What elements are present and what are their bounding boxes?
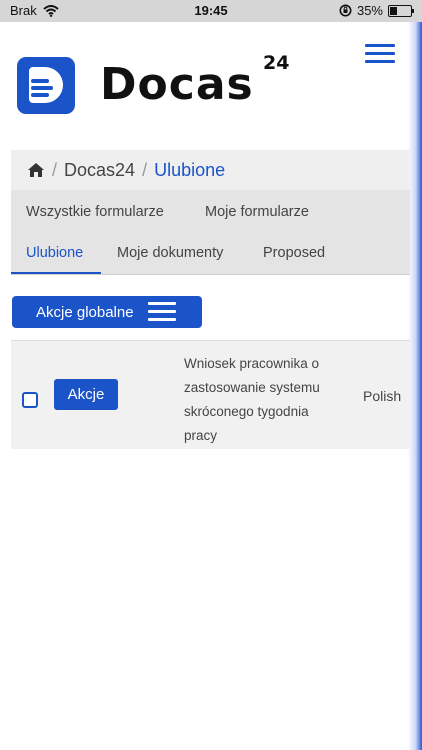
row-select-checkbox[interactable]: [22, 392, 38, 408]
logo-line: [31, 79, 49, 83]
status-bar: Brak 19:45 35%: [0, 0, 422, 22]
tab-wszystkie-formularze[interactable]: Wszystkie formularze: [26, 204, 164, 220]
logo-line: [31, 86, 53, 90]
hamburger-menu-icon[interactable]: [365, 44, 395, 66]
document-language: Polish: [363, 388, 402, 404]
global-actions-button[interactable]: Akcje globalne: [12, 296, 202, 328]
breadcrumb: / Docas24 / Ulubione: [11, 150, 410, 190]
logo-d-shape: [29, 67, 63, 103]
tab-proposed[interactable]: Proposed: [263, 245, 325, 261]
menu-icon: [148, 302, 176, 322]
screen-edge-shadow: [408, 22, 422, 750]
row-actions-button[interactable]: Akcje: [54, 379, 118, 410]
battery-percent: 35%: [356, 3, 383, 18]
home-icon[interactable]: [27, 161, 45, 179]
battery-icon: [388, 4, 414, 17]
battery-fill: [390, 6, 397, 15]
tab-moje-dokumenty[interactable]: Moje dokumenty: [117, 245, 223, 261]
tab-ulubione[interactable]: Ulubione: [26, 245, 83, 261]
logo-line: [31, 93, 49, 97]
active-tab-indicator: [11, 272, 101, 274]
breadcrumb-item-ulubione: Ulubione: [154, 159, 226, 180]
orientation-lock-icon: [339, 4, 352, 17]
status-right: 35%: [339, 3, 414, 18]
brand-superscript: 24: [263, 52, 290, 74]
table-row: Akcje Wniosek pracownika o zastosowanie …: [11, 340, 410, 449]
breadcrumb-separator: /: [52, 159, 58, 180]
docas-logo-icon[interactable]: [17, 57, 75, 114]
brand-name: Docas: [100, 59, 254, 110]
tab-moje-formularze[interactable]: Moje formularze: [205, 204, 309, 220]
breadcrumb-item-docas24[interactable]: Docas24: [64, 160, 135, 181]
tab-bar: Wszystkie formularze Moje formularze Ulu…: [11, 190, 410, 275]
document-title[interactable]: Wniosek pracownika o zastosowanie system…: [184, 352, 344, 448]
breadcrumb-separator: /: [142, 159, 148, 180]
global-actions-label: Akcje globalne: [36, 303, 134, 321]
